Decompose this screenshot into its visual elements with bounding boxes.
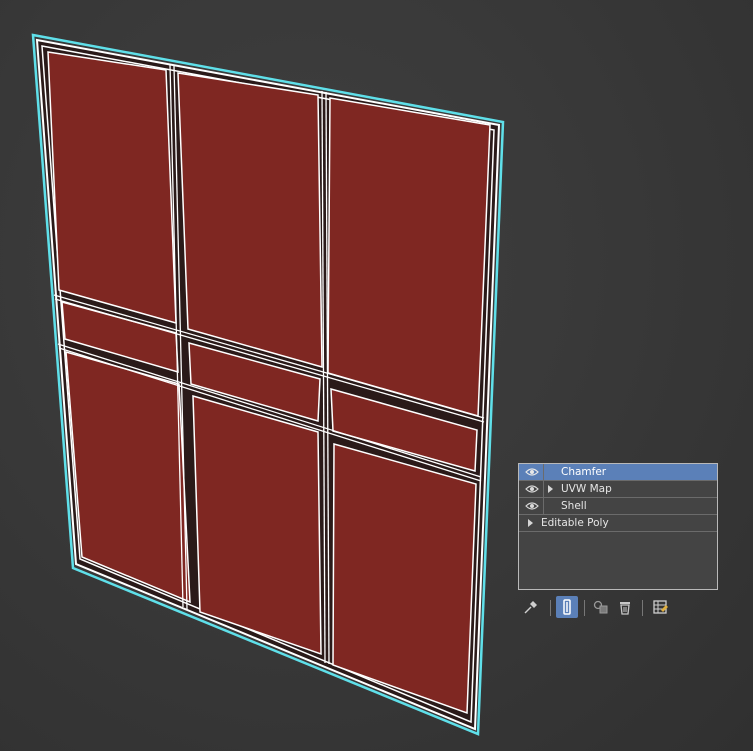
panel-top-right (327, 97, 491, 417)
toolbar-divider (584, 600, 585, 616)
row-separator (543, 481, 544, 497)
panel-top-left (47, 51, 177, 325)
modifier-label: Chamfer (561, 466, 607, 478)
modifier-label: Editable Poly (541, 517, 609, 529)
configure-modifier-sets-icon (653, 600, 668, 614)
row-separator (543, 498, 544, 514)
pin-stack-icon (524, 601, 537, 614)
eye-icon[interactable] (525, 501, 539, 511)
panel-top-middle (177, 72, 323, 368)
modifier-stack-toolbar (518, 596, 718, 620)
eye-icon[interactable] (525, 467, 539, 477)
modifier-item-chamfer[interactable]: Chamfer (519, 464, 717, 481)
modifier-stack-panel[interactable]: Chamfer UVW Map Shell Editable Poly (518, 463, 718, 590)
show-end-result-button[interactable] (556, 596, 578, 618)
modifier-item-uvw-map[interactable]: UVW Map (519, 481, 717, 498)
panel-bottom-right (332, 443, 477, 715)
modifier-item-editable-poly[interactable]: Editable Poly (519, 515, 717, 532)
3d-viewport[interactable] (0, 0, 753, 751)
modifier-label: UVW Map (561, 483, 612, 495)
modifier-label: Shell (561, 500, 587, 512)
glass-panels (47, 51, 491, 715)
row-separator (543, 464, 544, 480)
eye-icon[interactable] (525, 484, 539, 494)
make-unique-button[interactable] (590, 596, 612, 618)
toolbar-divider (642, 600, 643, 616)
configure-modifier-sets-button[interactable] (649, 596, 671, 618)
remove-modifier-icon (620, 602, 630, 615)
make-unique-icon (593, 600, 608, 614)
pin-stack-button[interactable] (520, 596, 542, 618)
expand-arrow-icon[interactable] (548, 485, 553, 493)
toolbar-divider (550, 600, 551, 616)
show-end-result-icon (563, 599, 571, 615)
remove-modifier-button[interactable] (614, 596, 636, 618)
modifier-item-shell[interactable]: Shell (519, 498, 717, 515)
window-frame-object[interactable] (31, 33, 505, 736)
expand-arrow-icon[interactable] (528, 519, 533, 527)
panel-bottom-middle (192, 394, 322, 656)
